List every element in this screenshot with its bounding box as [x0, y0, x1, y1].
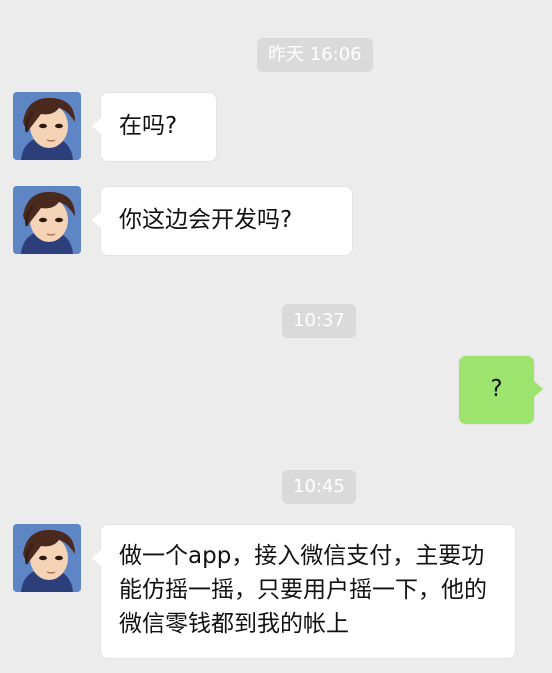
contact-avatar[interactable] [13, 186, 81, 254]
message-text: ? [490, 376, 503, 402]
message-text: 你这边会开发吗? [119, 207, 293, 233]
message-bubble-incoming[interactable]: 你这边会开发吗? [92, 187, 352, 255]
message-text: 做一个app，接入微信支付，主要功能仿摇一摇，只要用户摇一下，他的微信零钱都到我… [119, 543, 487, 637]
message-bubble-outgoing[interactable]: ? [459, 356, 543, 424]
timestamp-yesterday: 昨天 16:06 [257, 38, 373, 72]
contact-avatar[interactable] [13, 92, 81, 160]
anime-avatar-icon [13, 186, 81, 254]
message-bubble-incoming[interactable]: 做一个app，接入微信支付，主要功能仿摇一摇，只要用户摇一下，他的微信零钱都到我… [92, 525, 515, 658]
message-bubble-incoming[interactable]: 在吗? [92, 93, 216, 161]
anime-avatar-icon [13, 524, 81, 592]
timestamp-1045: 10:45 [282, 470, 356, 504]
contact-avatar[interactable] [13, 524, 81, 592]
anime-avatar-icon [13, 92, 81, 160]
timestamp-1037: 10:37 [282, 304, 356, 338]
message-text: 在吗? [119, 113, 178, 139]
